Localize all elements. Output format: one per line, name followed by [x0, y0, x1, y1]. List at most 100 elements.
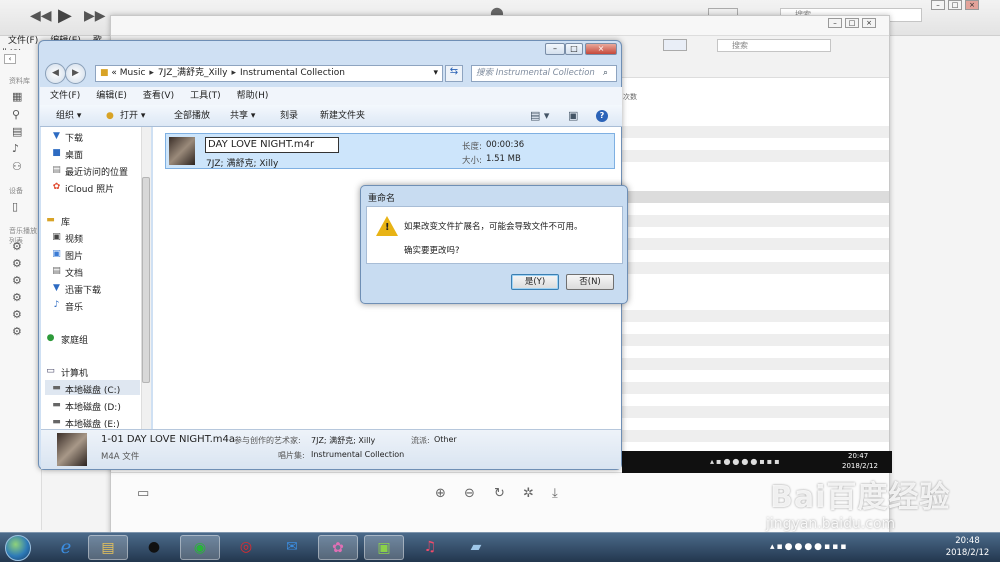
window-app-icon[interactable]: ▰ [456, 535, 496, 560]
new-folder-button[interactable]: 新建文件夹 [320, 105, 365, 127]
open-button[interactable]: 打开 ▾ [120, 105, 145, 127]
app-assistant-icon[interactable]: ▣ [364, 535, 404, 560]
nav-item-thunder[interactable]: 迅雷下载 [65, 283, 101, 296]
organize-button[interactable]: 组织 ▾ [56, 105, 81, 127]
grid-icon[interactable]: ▦ [12, 90, 22, 103]
back-nav-button[interactable]: ◀ [45, 63, 66, 84]
itunes-second-search-input[interactable]: 搜索 [717, 39, 831, 52]
menu-edit[interactable]: 编辑(E) [96, 91, 127, 101]
start-button[interactable] [5, 535, 31, 561]
nav-item-homegroup[interactable]: 家庭组 [61, 333, 88, 346]
mail-app-icon[interactable]: ✉ [272, 535, 312, 560]
forward-nav-button[interactable]: ▶ [65, 63, 86, 84]
breadcrumb-artist[interactable]: 7JZ_满舒克_Xilly [158, 68, 228, 78]
explorer-titlebar[interactable]: – □ × [39, 41, 621, 61]
share-button[interactable]: 共享 ▾ [230, 105, 255, 127]
breadcrumb-album[interactable]: Instrumental Collection [240, 68, 345, 78]
microphone-icon[interactable]: ⚲ [12, 108, 20, 121]
play-icon[interactable]: ▶ [58, 5, 72, 26]
no-button[interactable]: 否(N) [566, 274, 614, 290]
smart-playlist-icon[interactable]: ⚙ [12, 274, 22, 287]
slideshow-icon[interactable]: ▭ [137, 486, 149, 501]
rotate-icon[interactable]: ↻ [494, 486, 505, 501]
track-row[interactable] [611, 334, 889, 346]
track-row[interactable] [611, 382, 889, 394]
playlist-icon[interactable]: ⚙ [12, 240, 22, 253]
menu-tools[interactable]: 工具(T) [190, 91, 221, 101]
nav-item-videos[interactable]: 视频 [65, 232, 83, 245]
rename-input[interactable]: DAY LOVE NIGHT.m4r [205, 137, 339, 153]
wechat-icon[interactable]: ◉ [180, 535, 220, 560]
itunes-window-controls[interactable]: – □ × [928, 0, 979, 10]
help-icon[interactable]: ? [596, 110, 608, 122]
address-overflow[interactable]: « [111, 68, 117, 78]
address-dropdown-icon[interactable]: ▾ [433, 66, 438, 81]
back-button[interactable]: ‹ [4, 54, 16, 64]
view-options-icon[interactable]: ▤ ▾ [530, 105, 549, 127]
iphone-icon[interactable]: ▯ [12, 200, 18, 213]
menu-view[interactable]: 查看(V) [143, 91, 174, 101]
file-explorer-taskbar-icon[interactable]: ▤ [88, 535, 128, 560]
close-button[interactable]: × [585, 43, 617, 55]
nav-item-drive-c[interactable]: 本地磁盘 (C:) [65, 383, 120, 396]
refresh-icon[interactable]: ⇆ [445, 65, 463, 82]
yes-button[interactable]: 是(Y) [511, 274, 559, 290]
breadcrumb-music[interactable]: Music [120, 68, 146, 78]
music-note-icon[interactable]: ♪ [12, 142, 19, 155]
track-row[interactable] [611, 358, 889, 370]
nav-item-icloud[interactable]: iCloud 照片 [65, 182, 114, 195]
nav-item-desktop[interactable]: 桌面 [65, 148, 83, 161]
track-row[interactable] [611, 191, 889, 203]
nav-item-computer[interactable]: 计算机 [61, 366, 88, 379]
minimize-button[interactable]: – [545, 43, 565, 55]
preview-pane-icon[interactable]: ▣ [568, 105, 578, 127]
fast-forward-icon[interactable]: ▶▶ [84, 8, 106, 24]
smart-playlist-icon[interactable]: ⚙ [12, 257, 22, 270]
track-row[interactable] [611, 310, 889, 322]
track-row[interactable] [611, 150, 889, 162]
nav-item-music[interactable]: 音乐 [65, 300, 83, 313]
search-input[interactable]: 搜索 Instrumental Collection [471, 65, 617, 82]
rewind-icon[interactable]: ◀◀ [30, 8, 52, 24]
system-tray-icons[interactable]: ▴▪●●●●▪▪▪ [770, 542, 848, 552]
magic-wand-icon[interactable]: ✲ [523, 486, 534, 501]
nav-item-recent[interactable]: 最近访问的位置 [65, 165, 128, 178]
column-header-plays[interactable]: 次数 [623, 92, 637, 102]
track-row[interactable] [611, 126, 889, 138]
netease-music-icon[interactable]: ◎ [226, 535, 266, 560]
itunes-taskbar-icon[interactable]: ♫ [410, 535, 450, 560]
nav-item-drive-d[interactable]: 本地磁盘 (D:) [65, 400, 121, 413]
ie-icon[interactable]: ℯ [46, 535, 86, 560]
menu-file[interactable]: 文件(F) [50, 91, 80, 101]
track-row[interactable] [611, 262, 889, 274]
itunes-menu-file[interactable]: 文件(F) [8, 36, 38, 46]
track-row[interactable] [611, 215, 889, 227]
zoom-out-icon[interactable]: ⊖ [464, 486, 475, 501]
burn-button[interactable]: 刻录 [280, 105, 298, 127]
track-row[interactable] [611, 430, 889, 442]
qq-icon[interactable]: ● [134, 535, 174, 560]
address-bar[interactable]: ■ « Music ▸ 7JZ_满舒克_Xilly ▸ Instrumental Col… [95, 65, 443, 82]
nav-item-downloads[interactable]: 下载 [65, 131, 83, 144]
nav-scrollbar-thumb[interactable] [142, 177, 150, 383]
photos-app-icon[interactable]: ✿ [318, 535, 358, 560]
zoom-in-icon[interactable]: ⊕ [435, 486, 446, 501]
file-item[interactable]: DAY LOVE NIGHT.m4r 7JZ; 满舒克; Xilly 长度: 0… [165, 133, 615, 169]
menu-help[interactable]: 帮助(H) [237, 91, 269, 101]
smart-playlist-icon[interactable]: ⚙ [12, 325, 22, 338]
itunes-second-window-controls[interactable]: – □ × [825, 18, 876, 28]
nav-item-library[interactable]: 库 [61, 215, 70, 228]
smart-playlist-icon[interactable]: ⚙ [12, 308, 22, 321]
track-row[interactable] [611, 238, 889, 250]
track-row[interactable] [611, 406, 889, 418]
download-icon[interactable]: ⤓ [552, 486, 558, 501]
play-all-button[interactable]: 全部播放 [174, 105, 210, 127]
people-icon[interactable]: ⚇ [12, 160, 22, 173]
smart-playlist-icon[interactable]: ⚙ [12, 291, 22, 304]
nav-item-pictures[interactable]: 图片 [65, 249, 83, 262]
system-clock[interactable]: 20:48 2018/2/12 [945, 535, 990, 559]
maximize-button[interactable]: □ [565, 43, 583, 55]
book-icon[interactable]: ▤ [12, 125, 22, 138]
nav-item-documents[interactable]: 文档 [65, 266, 83, 279]
list-view-button[interactable] [663, 39, 687, 51]
